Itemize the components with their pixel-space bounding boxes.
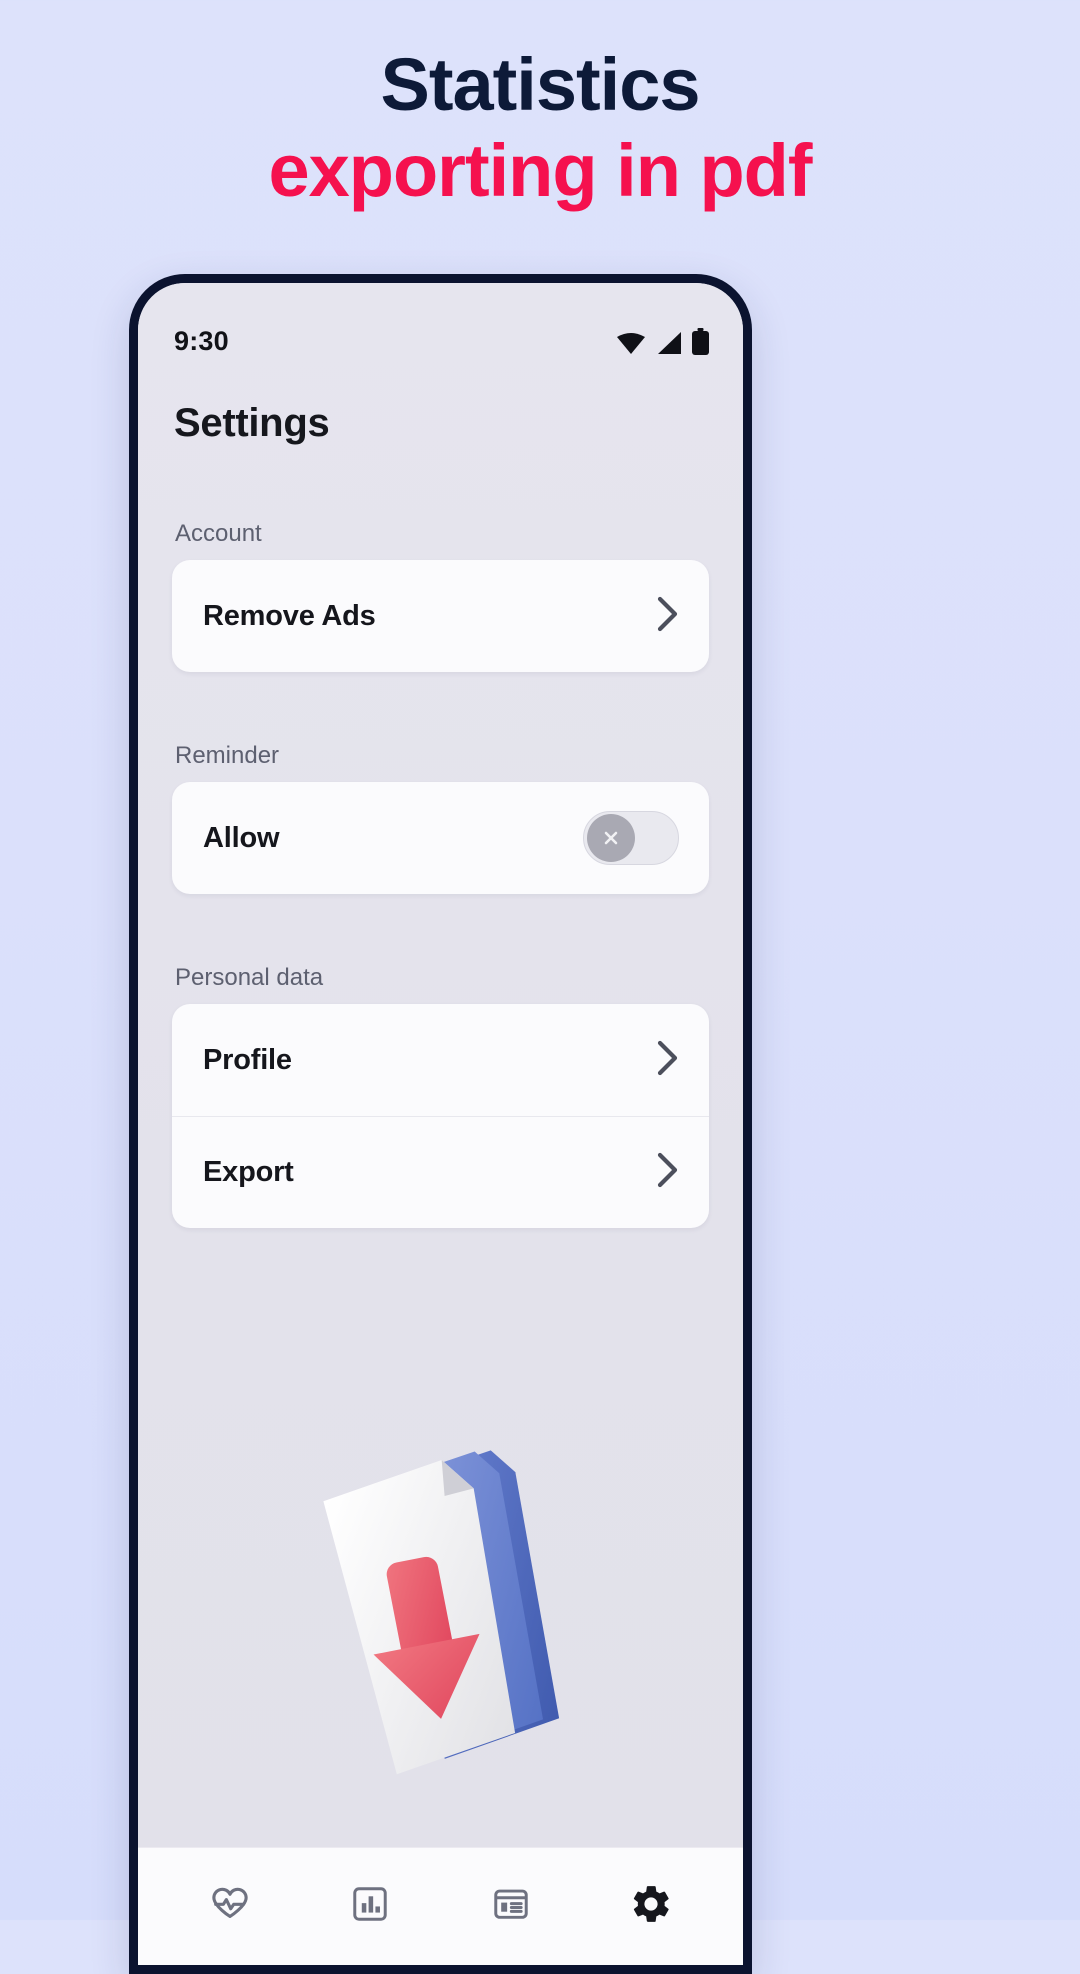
row-label-allow: Allow [203,821,280,854]
promo-heading: Statistics exporting in pdf [0,43,1080,213]
row-remove-ads[interactable]: Remove Ads [172,560,709,672]
bottom-navigation-bar [138,1847,743,1965]
promo-heading-line-2: exporting in pdf [268,129,812,213]
chevron-right-icon[interactable] [657,596,679,637]
toggle-switch-allow[interactable] [583,811,679,865]
calendar-list-icon [490,1883,532,1930]
gear-icon [629,1882,673,1931]
nav-activity[interactable] [160,1848,300,1965]
nav-settings[interactable] [581,1848,721,1965]
settings-content: Account Remove Ads Reminder Allow Person… [138,446,743,1847]
close-icon [604,831,618,845]
nav-statistics[interactable] [300,1848,440,1965]
chevron-right-icon[interactable] [657,1040,679,1081]
page-title: Settings [174,401,330,445]
row-allow[interactable]: Allow [172,782,709,894]
nav-journal[interactable] [441,1848,581,1965]
wifi-icon [616,331,646,355]
battery-icon [692,327,709,355]
row-profile[interactable]: Profile [172,1004,709,1116]
status-bar-clock: 9:30 [174,325,229,356]
card-reminder: Allow [172,782,709,894]
status-bar: 9:30 [138,283,743,375]
heart-pulse-icon [208,1882,252,1931]
status-bar-icons [616,327,709,355]
phone-mockup-frame: 9:30 Settings Account Remove Ads Reminde… [129,274,752,1974]
section-label-account: Account [175,520,262,547]
row-label-profile: Profile [203,1043,292,1076]
card-personal-data: Profile Export [172,1004,709,1228]
cellular-signal-icon [655,331,683,355]
bar-chart-icon [349,1883,391,1930]
card-account: Remove Ads [172,560,709,672]
phone-screen: 9:30 Settings Account Remove Ads Reminde… [138,283,743,1965]
export-download-document-3d-illustration [276,1439,606,1799]
section-label-personal-data: Personal data [175,964,324,991]
chevron-right-icon[interactable] [657,1152,679,1193]
promo-heading-line-1: Statistics [380,43,700,126]
row-label-remove-ads: Remove Ads [203,599,376,632]
row-export[interactable]: Export [172,1116,709,1228]
section-label-reminder: Reminder [175,742,280,769]
row-label-export: Export [203,1155,294,1188]
toggle-knob [587,814,635,862]
